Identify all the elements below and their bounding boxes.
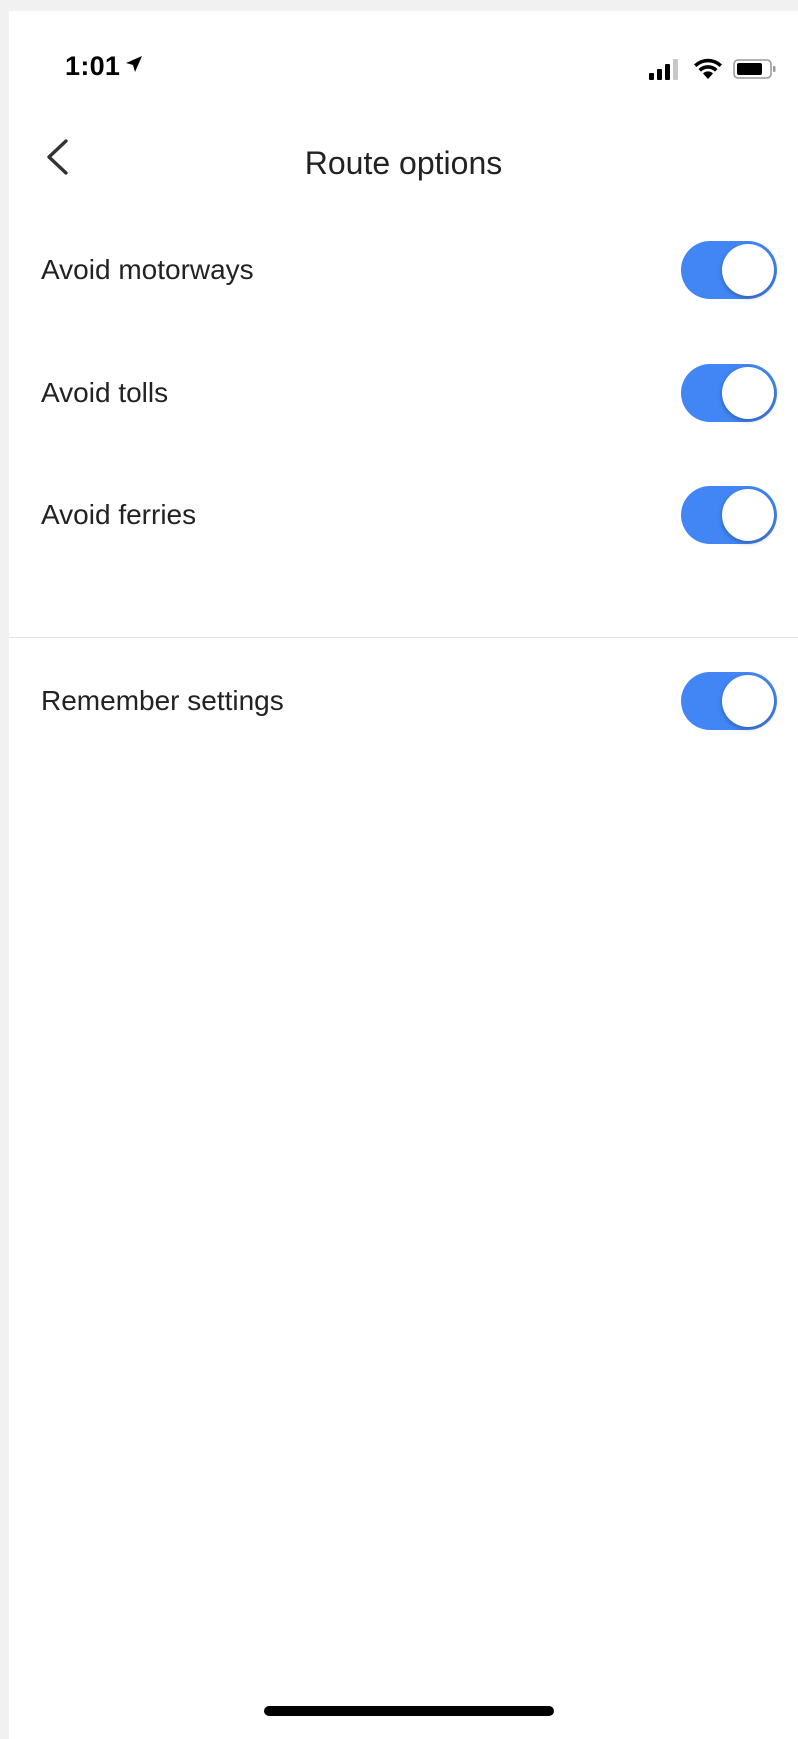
- option-label: Avoid motorways: [41, 254, 254, 285]
- option-row-avoid-motorways: Avoid motorways: [9, 215, 798, 325]
- wifi-icon: [693, 58, 723, 85]
- option-label: Avoid tolls: [41, 377, 169, 408]
- option-label: Remember settings: [41, 685, 284, 716]
- page-title: Route options: [304, 145, 503, 181]
- remember-settings-toggle[interactable]: [681, 672, 777, 730]
- toggle-knob: [722, 675, 774, 727]
- avoid-tolls-toggle[interactable]: [681, 364, 777, 422]
- option-row-avoid-ferries: Avoid ferries: [9, 460, 798, 570]
- location-arrow-icon: [124, 54, 144, 79]
- screen: 1:01 Route options Avoid motorways Avoid…: [9, 11, 798, 1739]
- toggle-knob: [722, 244, 774, 296]
- toggle-knob: [722, 489, 774, 541]
- signal-bars-icon: [649, 58, 683, 85]
- home-indicator[interactable]: [264, 1706, 554, 1716]
- toggle-knob: [722, 367, 774, 419]
- status-bar: 1:01: [9, 11, 798, 119]
- status-icons: [649, 58, 777, 85]
- option-label: Avoid ferries: [41, 499, 197, 530]
- avoid-motorways-toggle[interactable]: [681, 241, 777, 299]
- status-time-group: 1:01: [65, 51, 144, 82]
- option-row-remember-settings: Remember settings: [9, 646, 798, 756]
- battery-icon: [733, 58, 777, 85]
- option-row-avoid-tolls: Avoid tolls: [9, 338, 798, 448]
- section-divider: [9, 637, 798, 638]
- status-time: 1:01: [65, 51, 121, 81]
- avoid-ferries-toggle[interactable]: [681, 486, 777, 544]
- header: Route options: [9, 119, 798, 209]
